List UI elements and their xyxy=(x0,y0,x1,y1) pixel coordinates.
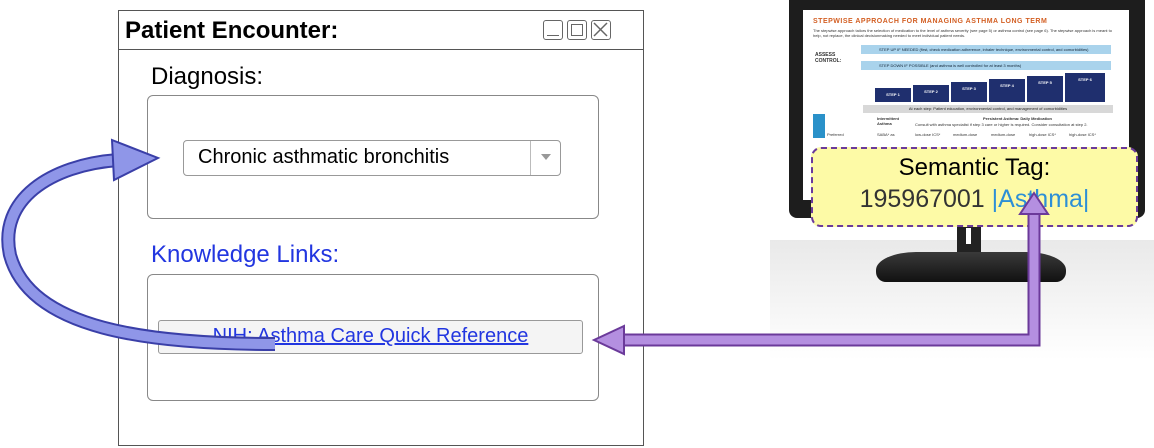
flow-arrows xyxy=(1,138,1050,356)
blue-arrowhead xyxy=(110,138,161,182)
blue-curved-arrow xyxy=(1,153,276,351)
purple-elbow-arrow xyxy=(620,215,1041,347)
purple-arrowhead-up xyxy=(1018,191,1050,215)
purple-arrowhead-left xyxy=(591,324,625,356)
